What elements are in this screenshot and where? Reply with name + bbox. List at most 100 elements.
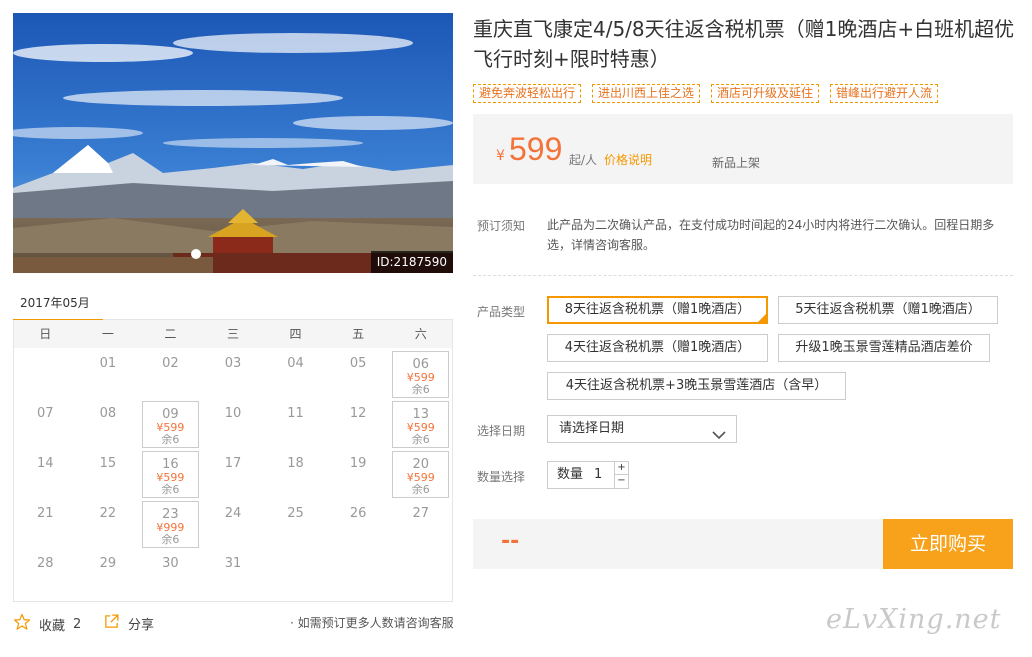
quantity-label: 数量选择: [477, 470, 526, 484]
calendar-day-box: 01: [80, 351, 137, 398]
calendar-day: 02: [139, 350, 202, 400]
weekday-label: 六: [414, 327, 427, 341]
calendar-day: 26: [327, 500, 390, 550]
calendar-day: 08: [77, 400, 140, 450]
calendar-day-available[interactable]: 16 ¥599 余6: [139, 450, 202, 500]
calendar-day-remaining: 余6: [411, 383, 430, 396]
calendar-day-box: 28: [17, 551, 74, 598]
product-hero-image[interactable]: ID:2187590: [13, 13, 453, 273]
favorite-button[interactable]: 收藏 2: [13, 613, 81, 635]
product-type-option-selected[interactable]: 8天往返含税机票（赠1晚酒店）: [547, 296, 768, 324]
calendar-day-box: 16 ¥599 余6: [142, 451, 199, 498]
calendar-day: 05: [327, 350, 390, 400]
calendar-day-number: 11: [287, 406, 304, 421]
total-price-placeholder: --: [501, 529, 520, 554]
calendar-day-box: 10: [205, 401, 262, 448]
favorite-label: 收藏: [39, 618, 66, 634]
calendar-day-available[interactable]: 23 ¥999 余6: [139, 500, 202, 550]
calendar-day-box: 08: [80, 401, 137, 448]
calendar-day-box: 30: [142, 551, 199, 598]
calendar-day-box: 23 ¥999 余6: [142, 501, 199, 548]
product-tags: 避免奔波轻松出行 进出川西上佳之选 酒店可升级及延住 错峰出行避开人流: [473, 84, 939, 103]
product-tag: 错峰出行避开人流: [830, 84, 939, 103]
share-icon: [103, 613, 120, 634]
calendar-day: 10: [202, 400, 265, 450]
product-type-option[interactable]: 4天往返含税机票（赠1晚酒店）: [547, 334, 768, 362]
calendar-day: 30: [139, 550, 202, 600]
favorite-count: 2: [73, 616, 82, 632]
calendar-day-number: 14: [37, 456, 54, 471]
calendar-day-number: 31: [224, 556, 242, 571]
calendar-day-remaining: 余6: [411, 483, 430, 496]
calendar-day-box: 24: [205, 501, 262, 548]
contact-service-note: · 如需预订更多人数请咨询客服: [290, 616, 454, 630]
calendar-day-box: 14: [17, 451, 74, 498]
share-button[interactable]: 分享: [103, 613, 154, 634]
calendar-day: 21: [14, 500, 77, 550]
calendar-day-box: 06 ¥599 余6: [392, 351, 449, 398]
calendar-day-number: 26: [349, 506, 367, 521]
calendar-day-box: 20 ¥599 余6: [392, 451, 449, 498]
quantity-increase-button[interactable]: +: [615, 462, 628, 475]
divider: [473, 275, 1013, 276]
price-value: 599: [509, 131, 563, 167]
calendar-day-box: 17: [205, 451, 262, 498]
calendar-month-tab[interactable]: 2017年05月: [13, 294, 103, 322]
watermark: eLvXing.net: [826, 604, 1002, 635]
product-type-option[interactable]: 4天往返含税机票+3晚玉景雪莲酒店（含早）: [547, 372, 846, 400]
calendar-day: 31: [202, 550, 265, 600]
calendar-day-available[interactable]: 13 ¥599 余6: [389, 400, 452, 450]
calendar-day-remaining: 余6: [161, 433, 180, 446]
star-icon: [13, 613, 31, 635]
product-tag: 进出川西上佳之选: [592, 84, 701, 103]
calendar-day-number: 15: [99, 456, 117, 471]
carousel-dot[interactable]: [191, 249, 201, 259]
calendar-day-number: 02: [162, 356, 179, 371]
weekday-label: 五: [352, 327, 365, 341]
calendar-day-available[interactable]: 09 ¥599 余6: [139, 400, 202, 450]
calendar-day-number: 12: [349, 406, 367, 421]
price-unit: 起/人: [569, 153, 598, 167]
quantity-inner-label: 数量: [557, 467, 584, 482]
calendar-day-number: 16: [162, 457, 179, 472]
calendar-day-box: 29: [80, 551, 137, 598]
calendar-day-number: 22: [99, 506, 117, 521]
calendar-day-remaining: 余6: [161, 483, 180, 496]
calendar-day-available[interactable]: 20 ¥599 余6: [389, 450, 452, 500]
product-type-option[interactable]: 5天往返含税机票（赠1晚酒店）: [778, 296, 998, 324]
weekday-label: 一: [101, 327, 114, 341]
calendar-day-remaining: 余6: [161, 533, 180, 546]
calendar-day-number: 19: [349, 456, 367, 471]
price-explain-link[interactable]: 价格说明: [604, 151, 652, 168]
calendar-day: 18: [264, 450, 327, 500]
calendar-day-number: 25: [287, 506, 304, 521]
calendar-day-box: 05: [330, 351, 387, 398]
calendar-day-box: 11: [267, 401, 324, 448]
calendar-day: 25: [264, 500, 327, 550]
calendar-day-number: 17: [224, 456, 242, 471]
calendar-day-number: 03: [224, 356, 242, 371]
buy-now-button[interactable]: 立即购买: [883, 519, 1013, 569]
product-type-option[interactable]: 升级1晚玉景雪莲精品酒店差价: [778, 334, 990, 362]
calendar-day-grid: 01 02 03 04 05 06 ¥599 余6 07 08 09 ¥599 余6 10 11 12 13 ¥5…: [14, 348, 452, 600]
calendar-weekday-row: 日 一 二 三 四 五 六: [14, 320, 452, 348]
calendar-day-box: 12: [330, 401, 387, 448]
calendar-day: 19: [327, 450, 390, 500]
calendar-day: 12: [327, 400, 390, 450]
calendar-day-box: 22: [80, 501, 137, 548]
calendar-day-available[interactable]: 06 ¥599 余6: [389, 350, 452, 400]
product-tag: 避免奔波轻松出行: [473, 84, 582, 103]
quantity-decrease-button[interactable]: −: [615, 475, 628, 488]
quantity-value[interactable]: 1: [594, 462, 602, 488]
calendar-day-number: 10: [224, 406, 242, 421]
currency-symbol: ¥: [496, 148, 505, 164]
calendar-day-box: 25: [267, 501, 324, 548]
quantity-stepper: 数量 1 + −: [547, 461, 629, 489]
calendar-header: 2017年05月: [13, 286, 453, 322]
weekday-label: 四: [289, 327, 302, 341]
date-select-dropdown[interactable]: 请选择日期: [547, 415, 737, 443]
calendar-day-number: 08: [99, 406, 117, 421]
hero-landscape-picture: [13, 13, 453, 273]
weekday-label: 日: [39, 327, 52, 341]
calendar-day: 28: [14, 550, 77, 600]
